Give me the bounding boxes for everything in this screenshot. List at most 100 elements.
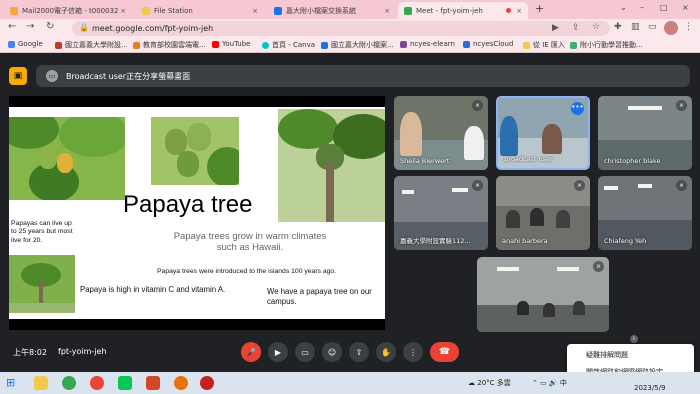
activities-button[interactable]: ▣ [9, 67, 27, 85]
slide: Papaya tree Papaya trees grow in warm cl… [9, 107, 385, 319]
bookmark-file-exchange[interactable]: 國立嘉大附小檔案... [321, 40, 394, 50]
mic-toggle-button[interactable]: 🎤 [241, 342, 261, 362]
emoji-icon: ☺ [327, 347, 337, 357]
new-tab-button[interactable]: + [535, 2, 544, 15]
maximize-button[interactable]: □ [660, 3, 668, 12]
papaya-photo-4 [9, 255, 75, 313]
meet-favicon-icon [404, 6, 412, 15]
bookmark-ie-import[interactable]: 從 IE 匯入 [523, 40, 565, 50]
mail-favicon-icon [10, 6, 18, 15]
tab-file-station[interactable]: File Station × [136, 2, 264, 19]
bookmark-youtube[interactable]: YouTube [212, 40, 250, 48]
split-view-icon[interactable]: ▭ [648, 22, 657, 32]
bookmark-edu-cloud[interactable]: 教育部校園雲端電... [133, 40, 206, 50]
reactions-button[interactable]: ☺ [322, 342, 342, 362]
presentation-icon: ▣ [13, 71, 23, 81]
weather-text: 20°C 多雲 [477, 379, 511, 387]
powerpoint-icon[interactable] [146, 376, 160, 390]
close-window-button[interactable]: × [682, 3, 689, 12]
cloud-drive-icon [463, 40, 470, 48]
mic-off-icon: 🎤 [246, 347, 256, 357]
bookmark-ncyu[interactable]: 國立嘉義大學附設... [55, 40, 128, 50]
participant-tile[interactable]: ⨯ Chiafeng Yeh [598, 176, 692, 250]
share-banner: ▭ Broadcast user正在分享螢幕畫面 [36, 65, 690, 87]
sidebar-icon[interactable]: ▥ [631, 22, 640, 32]
menu-item-troubleshoot[interactable]: 疑難排解問題 [586, 350, 628, 360]
hang-up-icon: ☎ [438, 347, 451, 357]
camera-toggle-button[interactable]: ▶ [268, 342, 288, 362]
back-arrow-icon[interactable]: ← [8, 21, 16, 32]
mic-off-icon: ⨯ [676, 180, 687, 191]
raise-hand-button[interactable]: ✋ [376, 342, 396, 362]
present-button[interactable]: ⇧ [349, 342, 369, 362]
reload-icon[interactable]: ↻ [46, 21, 54, 32]
mic-off-icon: ⨯ [472, 100, 483, 111]
participant-tile[interactable]: ⨯ [477, 257, 609, 332]
bookmarks-bar: Google 國立嘉義大學附設... 教育部校園雲端電... YouTube 首… [0, 38, 700, 53]
chrome-profile-icon[interactable] [90, 376, 104, 390]
bookmark-google[interactable]: Google [8, 40, 43, 48]
bookmark-label: 從 IE 匯入 [533, 41, 565, 49]
bookmark-mobile-learning[interactable]: 附小行動學習推動... [570, 40, 643, 50]
more-options-button[interactable]: ⋮ [403, 342, 423, 362]
file-explorer-icon[interactable] [34, 376, 48, 390]
bookmark-label: 國立嘉義大學附設... [65, 41, 128, 49]
bookmark-label: Google [18, 40, 43, 48]
bookmark-label: 首頁 - Canva [272, 41, 316, 49]
participant-tile[interactable]: ⨯ christopher blake [598, 96, 692, 170]
bookmark-elearn[interactable]: ncyes-elearn [400, 40, 455, 48]
tab-mail2000[interactable]: Mail2000電子信箱 - t000032 × [4, 2, 132, 19]
camera-icon[interactable]: ▶ [552, 23, 559, 33]
clock-date[interactable]: 2023/5/9 [634, 384, 665, 392]
share-icon[interactable]: ⇪ [572, 23, 580, 33]
chrome-icon[interactable] [62, 376, 76, 390]
tab-file-exchange[interactable]: 嘉大附小檔案交換系統 × [268, 2, 396, 19]
close-tab-icon[interactable]: × [384, 7, 390, 15]
site-icon [321, 41, 328, 49]
close-tab-icon[interactable]: × [120, 7, 126, 15]
captions-button[interactable]: ▭ [295, 342, 315, 362]
tab-search-button[interactable]: ⌄ [620, 3, 627, 12]
forward-arrow-icon[interactable]: → [26, 21, 34, 32]
recording-dot-icon [506, 8, 511, 13]
cloud-icon: ☁ [468, 379, 478, 387]
folder-favicon-icon [142, 6, 150, 15]
tab-label: 嘉大附小檔案交換系統 [286, 6, 356, 15]
meeting-code[interactable]: fpt-yoim-jeh [58, 347, 107, 356]
participant-tile[interactable]: ⨯ 嘉義大學附設實驗112... [394, 176, 488, 250]
mic-off-icon: ⨯ [676, 100, 687, 111]
tab-label: Mail2000電子信箱 - t000032 [22, 6, 119, 15]
leave-call-button[interactable]: ☎ [430, 342, 459, 362]
bookmark-canva[interactable]: 首頁 - Canva [262, 40, 315, 50]
mic-off-icon: ⨯ [593, 261, 604, 272]
participant-tile[interactable]: ⨯ Sheila Bierwert [394, 96, 488, 170]
windows-start-icon[interactable]: ⊞ [6, 376, 20, 390]
info-icon[interactable]: i [630, 335, 638, 343]
tab-strip: Mail2000電子信箱 - t000032 × File Station × … [0, 0, 700, 19]
minimize-button[interactable]: – [640, 3, 644, 12]
chrome-profile-3-icon[interactable] [200, 376, 214, 390]
tray-icons[interactable]: ⌃ ▭ 🔊 中 [532, 378, 567, 388]
mic-off-icon: ⨯ [574, 180, 585, 191]
close-tab-icon[interactable]: × [252, 7, 258, 15]
tab-meet[interactable]: Meet - fpt-yoim-jeh × [398, 2, 528, 19]
weather-widget[interactable]: ☁ 20°C 多雲 [468, 378, 511, 388]
participant-tile-active[interactable]: ••• Broadcast user [496, 96, 590, 170]
line-icon[interactable] [118, 376, 132, 390]
slide-subtitle: Papaya trees grow in warm climates such … [173, 231, 327, 254]
menu-kebab-icon[interactable]: ⋮ [684, 22, 693, 32]
extensions-icon[interactable]: ✚ [614, 22, 622, 32]
taskbar: ⊞ ☁ 20°C 多雲 ⌃ ▭ 🔊 中 2023/5/9 [0, 372, 700, 394]
profile-avatar[interactable] [664, 21, 678, 35]
participant-tile[interactable]: ⨯ anahi barbera [496, 176, 590, 250]
chrome-profile-2-icon[interactable] [174, 376, 188, 390]
share-banner-text: Broadcast user正在分享螢幕畫面 [66, 71, 191, 81]
close-tab-icon[interactable]: × [516, 7, 522, 15]
more-options-icon[interactable]: ••• [571, 102, 584, 115]
bookmark-ncyescloud[interactable]: ncyesCloud [463, 40, 513, 48]
shared-screen: Papaya tree Papaya trees grow in warm cl… [9, 96, 385, 330]
hand-icon: ✋ [381, 347, 391, 357]
bookmark-star-icon[interactable]: ☆ [592, 22, 600, 32]
address-bar[interactable]: 🔒 meet.google.com/fpt-yoim-jeh ▶ ⇪ ☆ [72, 21, 610, 36]
slide-title: Papaya tree [123, 191, 253, 218]
